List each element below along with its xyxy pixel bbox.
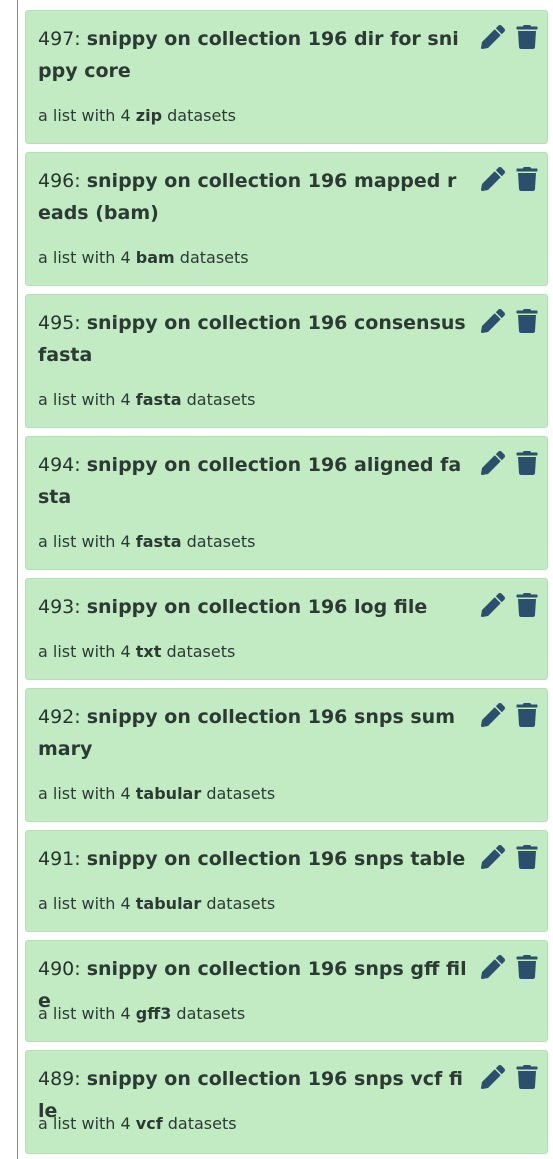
collection-title[interactable]: 491: snippy on collection 196 snps table xyxy=(38,843,468,875)
trash-icon[interactable] xyxy=(515,955,539,979)
trash-icon[interactable] xyxy=(515,167,539,191)
trash-icon[interactable] xyxy=(515,593,539,617)
collection-name: snippy on collection 196 consensus fasta xyxy=(38,312,466,366)
collection-description: a list with 4 tabular datasets xyxy=(38,784,275,804)
collection-description: a list with 4 fasta datasets xyxy=(38,532,255,552)
datatype-extension: fasta xyxy=(135,532,182,551)
datatype-extension: tabular xyxy=(135,784,202,803)
trash-icon[interactable] xyxy=(515,845,539,869)
pencil-icon[interactable] xyxy=(481,167,505,191)
collection-name: snippy on collection 196 snps table xyxy=(86,848,466,870)
datatype-extension: vcf xyxy=(135,1114,163,1133)
collection-name: snippy on collection 196 mapped reads (b… xyxy=(38,170,457,224)
description-prefix: a list with 4 xyxy=(38,532,131,551)
datatype-extension: txt xyxy=(135,642,162,661)
datatype-extension: zip xyxy=(135,106,163,125)
description-prefix: a list with 4 xyxy=(38,248,131,267)
collection-hid: 490 xyxy=(38,958,75,980)
description-suffix: datasets xyxy=(166,642,236,661)
collection-hid: 496 xyxy=(38,170,75,192)
description-suffix: datasets xyxy=(206,894,276,913)
description-prefix: a list with 4 xyxy=(38,784,131,803)
pencil-icon[interactable] xyxy=(481,309,505,333)
datatype-extension: gff3 xyxy=(135,1004,172,1023)
pencil-icon[interactable] xyxy=(481,703,505,727)
collection-title[interactable]: 497: snippy on collection 196 dir for sn… xyxy=(38,23,468,87)
datatype-extension: fasta xyxy=(135,390,182,409)
collection-hid: 495 xyxy=(38,312,75,334)
pencil-icon[interactable] xyxy=(481,451,505,475)
collection-item[interactable]: 494: snippy on collection 196 aligned fa… xyxy=(25,436,548,570)
description-suffix: datasets xyxy=(167,106,236,125)
collection-title[interactable]: 496: snippy on collection 196 mapped rea… xyxy=(38,165,468,229)
pencil-icon[interactable] xyxy=(481,845,505,869)
collection-description: a list with 4 vcf datasets xyxy=(38,1114,237,1134)
description-suffix: datasets xyxy=(179,248,249,267)
description-prefix: a list with 4 xyxy=(38,642,131,661)
description-prefix: a list with 4 xyxy=(38,390,131,409)
datatype-extension: bam xyxy=(135,248,175,267)
collection-item[interactable]: 495: snippy on collection 196 consensus … xyxy=(25,294,548,428)
collection-item[interactable]: 492: snippy on collection 196 snps summa… xyxy=(25,688,548,822)
trash-icon[interactable] xyxy=(515,25,539,49)
collection-name: snippy on collection 196 snps summary xyxy=(38,706,456,760)
trash-icon[interactable] xyxy=(515,703,539,727)
pencil-icon[interactable] xyxy=(481,593,505,617)
collection-item[interactable]: 493: snippy on collection 196 log file a … xyxy=(25,578,548,680)
history-panel: 497: snippy on collection 196 dir for sn… xyxy=(0,0,553,1159)
description-suffix: datasets xyxy=(186,532,256,551)
collection-item[interactable]: 491: snippy on collection 196 snps table… xyxy=(25,830,548,932)
description-suffix: datasets xyxy=(206,784,276,803)
collection-description: a list with 4 txt datasets xyxy=(38,642,235,662)
collection-hid: 489 xyxy=(38,1068,75,1090)
datatype-extension: tabular xyxy=(135,894,202,913)
collection-title[interactable]: 492: snippy on collection 196 snps summa… xyxy=(38,701,468,765)
collection-title[interactable]: 495: snippy on collection 196 consensus … xyxy=(38,307,468,371)
description-prefix: a list with 4 xyxy=(38,1114,131,1133)
pencil-icon[interactable] xyxy=(481,1065,505,1089)
collection-hid: 492 xyxy=(38,706,75,728)
pencil-icon[interactable] xyxy=(481,25,505,49)
collection-name: snippy on collection 196 dir for snippy … xyxy=(38,28,459,82)
trash-icon[interactable] xyxy=(515,309,539,333)
pencil-icon[interactable] xyxy=(481,955,505,979)
collection-item[interactable]: 490: snippy on collection 196 snps gff f… xyxy=(25,940,548,1042)
panel-divider xyxy=(17,0,18,1159)
collection-title[interactable]: 493: snippy on collection 196 log file xyxy=(38,591,468,623)
collection-hid: 497 xyxy=(38,28,75,50)
description-suffix: datasets xyxy=(186,390,256,409)
description-prefix: a list with 4 xyxy=(38,1004,131,1023)
collection-hid: 493 xyxy=(38,596,75,618)
description-suffix: datasets xyxy=(167,1114,237,1133)
collection-description: a list with 4 tabular datasets xyxy=(38,894,275,914)
collection-description: a list with 4 zip datasets xyxy=(38,106,236,126)
collection-item[interactable]: 489: snippy on collection 196 snps vcf f… xyxy=(25,1050,548,1154)
collection-hid: 491 xyxy=(38,848,75,870)
description-prefix: a list with 4 xyxy=(38,106,131,125)
description-suffix: datasets xyxy=(176,1004,246,1023)
collection-description: a list with 4 fasta datasets xyxy=(38,390,255,410)
description-prefix: a list with 4 xyxy=(38,894,131,913)
trash-icon[interactable] xyxy=(515,1065,539,1089)
collection-name: snippy on collection 196 log file xyxy=(86,596,428,618)
collection-item[interactable]: 496: snippy on collection 196 mapped rea… xyxy=(25,152,548,286)
collection-item[interactable]: 497: snippy on collection 196 dir for sn… xyxy=(25,10,548,144)
collection-name: snippy on collection 196 aligned fasta xyxy=(38,454,462,508)
collection-hid: 494 xyxy=(38,454,75,476)
collection-description: a list with 4 gff3 datasets xyxy=(38,1004,245,1024)
collection-description: a list with 4 bam datasets xyxy=(38,248,249,268)
trash-icon[interactable] xyxy=(515,451,539,475)
collection-title[interactable]: 494: snippy on collection 196 aligned fa… xyxy=(38,449,468,513)
